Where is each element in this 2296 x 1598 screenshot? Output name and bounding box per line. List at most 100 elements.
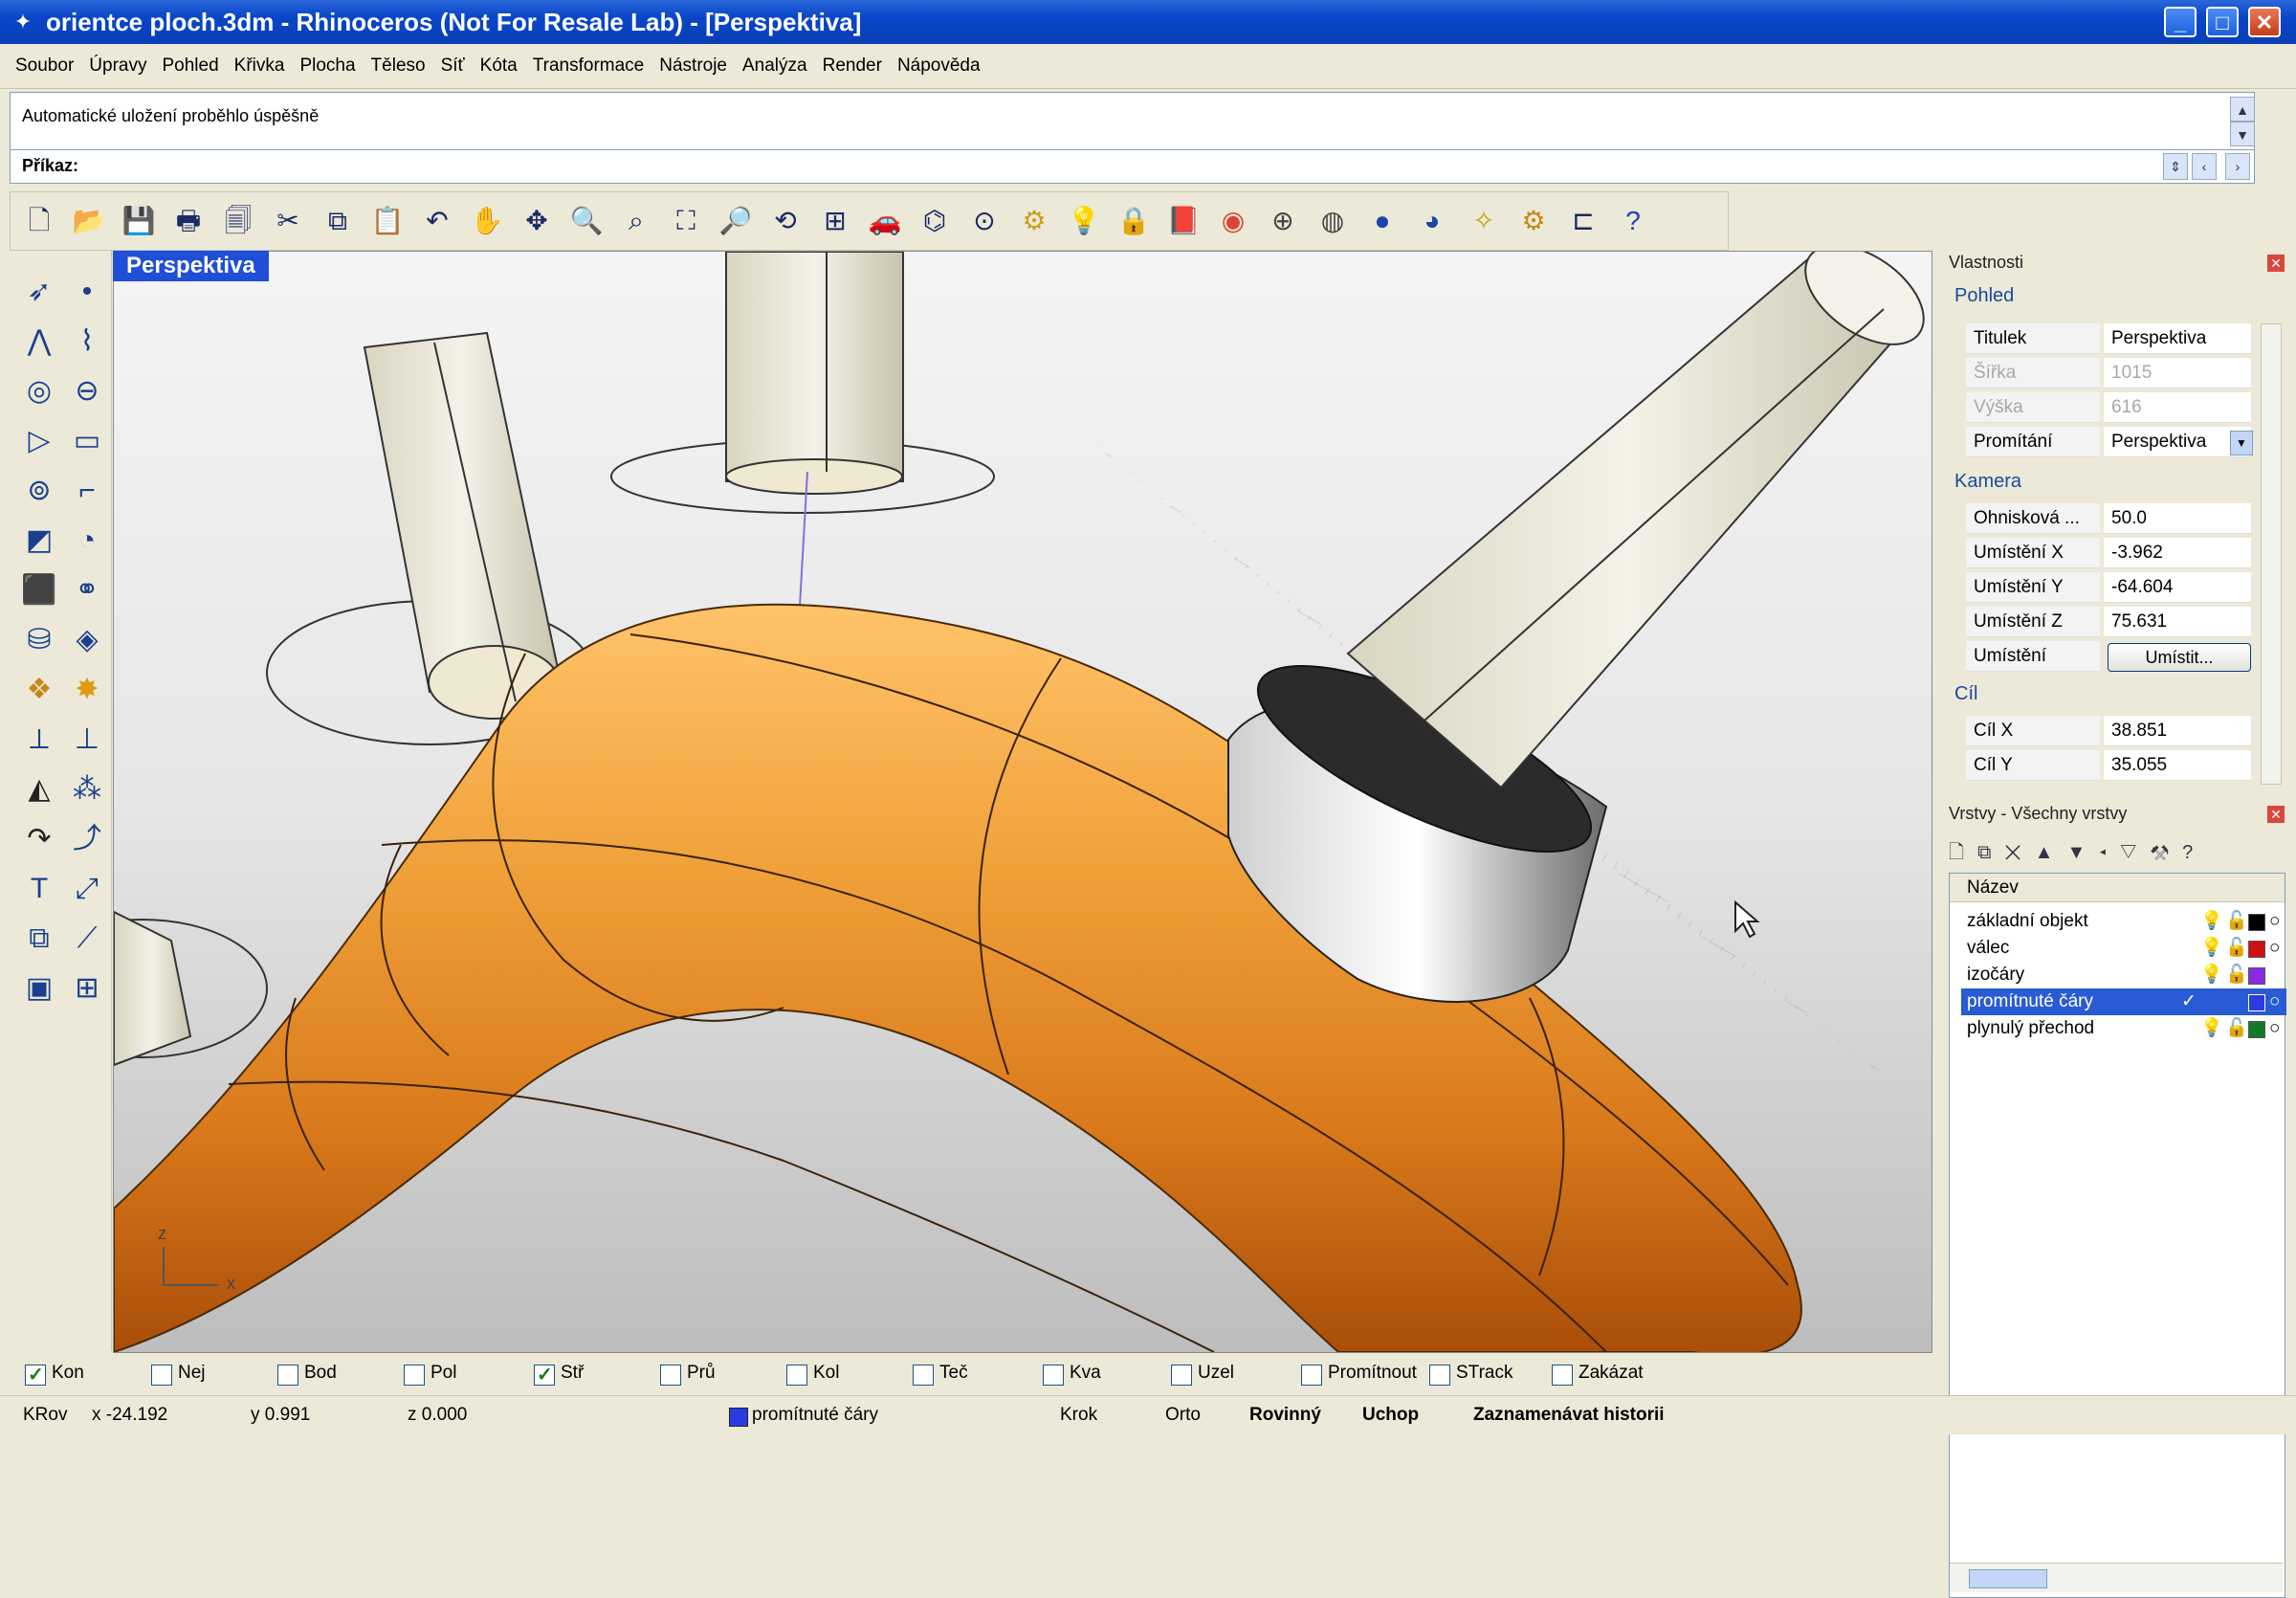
move-down-icon[interactable]: ▼ [2066, 842, 2099, 863]
layer-color-swatch[interactable] [2248, 941, 2265, 958]
text-icon[interactable]: T [17, 867, 61, 911]
split-icon[interactable]: ⊥ [65, 718, 109, 762]
group-icon[interactable]: ❖ [17, 668, 61, 712]
osnap-cen-checkbox[interactable] [534, 1363, 555, 1387]
command-line[interactable]: Příkaz: ⇕ ‹ › [10, 149, 2255, 184]
properties-close-icon[interactable]: ✕ [2267, 255, 2285, 272]
history-scroll-up[interactable]: ▲ [2230, 97, 2255, 122]
osnap-quad-checkbox[interactable] [1043, 1365, 1064, 1386]
circle-icon[interactable]: ◎ [17, 369, 61, 413]
ruler-icon[interactable]: ⊞ [65, 966, 109, 1010]
menu-soubor[interactable]: Soubor [8, 44, 81, 88]
pan-hand-icon[interactable]: ✋ [468, 202, 506, 240]
osnap-tan-checkbox[interactable] [913, 1365, 934, 1386]
point-icon[interactable]: • [65, 270, 109, 314]
move-view-icon[interactable]: ✥ [518, 202, 556, 240]
cplane-label[interactable]: KRov [23, 1405, 67, 1426]
osnap-int-checkbox[interactable] [660, 1365, 681, 1386]
box-solid-icon[interactable]: ⬛ [17, 568, 61, 612]
layer-material-icon[interactable]: ○ [2269, 1015, 2280, 1042]
zoom-extents-icon[interactable]: ⛶ [667, 202, 705, 240]
osnap-end-checkbox[interactable] [25, 1363, 46, 1387]
osnap-disable-checkbox[interactable] [1552, 1365, 1573, 1386]
layers-hscrollbar[interactable] [1950, 1563, 2283, 1592]
osnap-strack-checkbox[interactable] [1429, 1365, 1450, 1386]
layer-light-icon[interactable]: 💡 [2200, 935, 2223, 962]
cplane-icon[interactable]: ⊙ [965, 202, 1004, 240]
blend-icon[interactable]: ⤴ [65, 817, 109, 861]
curve-icon[interactable]: ⌇ [65, 320, 109, 364]
layer-material-icon[interactable]: ○ [2269, 935, 2280, 962]
layer-color-swatch[interactable] [2248, 967, 2265, 985]
place-camera-button[interactable]: Umístit... [2108, 643, 2251, 672]
shaded-sphere-icon[interactable]: ◍ [1314, 202, 1352, 240]
prop-value[interactable]: 38.851 [2104, 716, 2251, 746]
layer-color-swatch[interactable] [2248, 914, 2265, 931]
prop-value[interactable]: -64.604 [2104, 572, 2251, 603]
menu-teleso[interactable]: Těleso [364, 44, 433, 88]
layer-lock-icon[interactable]: 🔓 [2225, 1015, 2248, 1042]
polygon-icon[interactable]: ▷ [17, 419, 61, 463]
light-icon[interactable]: ✧ [1465, 202, 1503, 240]
menu-transformace[interactable]: Transformace [525, 44, 652, 88]
prop-value[interactable]: Perspektiva [2104, 323, 2251, 354]
delete-layer-icon[interactable]: ✕ [2004, 842, 2034, 863]
layers-help-icon[interactable]: ? [2182, 842, 2206, 863]
record-history-toggle[interactable]: Zaznamenávat historii [1473, 1405, 1665, 1426]
light-bulb-icon[interactable]: 💡 [1065, 202, 1103, 240]
layer-lock-icon[interactable]: 🔓 [2225, 908, 2248, 935]
osnap-toolbar-icon[interactable]: ⊏ [1564, 202, 1602, 240]
help-icon[interactable]: ? [1614, 202, 1652, 240]
layer-lock-icon[interactable]: 🔓 [2225, 935, 2248, 962]
layer-material-icon[interactable]: ○ [2269, 988, 2280, 1015]
layers-column-header[interactable]: Název [1950, 874, 2285, 902]
new-file-icon[interactable]: 🗋 [20, 202, 58, 240]
zoom-icon[interactable]: 🔍 [567, 202, 606, 240]
mesh-icon[interactable]: ◈ [65, 618, 109, 662]
menu-krivka[interactable]: Křivka [227, 44, 293, 88]
layer-color-swatch[interactable] [2248, 1021, 2265, 1038]
chevron-down-icon[interactable]: ▼ [2230, 431, 2253, 455]
menu-sit[interactable]: Síť [433, 44, 473, 88]
layer-light-icon[interactable]: 💡 [2200, 1015, 2223, 1042]
menu-upravy[interactable]: Úpravy [81, 44, 154, 88]
export-icon[interactable]: 🗐 [219, 202, 257, 240]
layer-row[interactable]: základní objekt 💡 🔓 ○ [1961, 908, 2286, 935]
menu-plocha[interactable]: Plocha [292, 44, 363, 88]
menu-nastroje[interactable]: Nástroje [651, 44, 735, 88]
layer-material-icon[interactable]: ○ [2269, 908, 2280, 935]
layers-close-icon[interactable]: ✕ [2267, 806, 2285, 823]
current-layer-swatch[interactable] [729, 1408, 748, 1427]
layer-lock-icon[interactable]: 🔓 [2225, 962, 2248, 988]
explode-icon[interactable]: ✸ [65, 668, 109, 712]
layer-book-icon[interactable]: 📕 [1164, 202, 1203, 240]
lock-icon[interactable]: 🔒 [1115, 202, 1153, 240]
surface-icon[interactable]: ◩ [17, 519, 61, 563]
wireframe-sphere-icon[interactable]: ⊕ [1264, 202, 1302, 240]
scale-icon[interactable]: ⤢ [65, 867, 109, 911]
shell-icon[interactable]: ◭ [17, 767, 61, 811]
cylinder-icon[interactable]: ⛁ [17, 618, 61, 662]
move-up-icon[interactable]: ▲ [2035, 842, 2067, 863]
render-mesh-icon[interactable]: ▣ [17, 966, 61, 1010]
prop-value[interactable]: 50.0 [2104, 503, 2251, 534]
zoom-window-icon[interactable]: ⌕ [617, 202, 655, 240]
osnap-point-checkbox[interactable] [277, 1365, 298, 1386]
layer-row-current[interactable]: promítnuté čáry ✓ ○ [1961, 988, 2286, 1015]
projection-dropdown[interactable]: Perspektiva [2104, 427, 2251, 457]
fillet-curve-icon[interactable]: ⌐ [65, 469, 109, 513]
transform-icon[interactable]: ⧉ [17, 917, 61, 961]
arc-icon[interactable]: ⊚ [17, 469, 61, 513]
mesh-view-icon[interactable]: ⌬ [916, 202, 954, 240]
viewport-layout-icon[interactable]: ⊞ [816, 202, 854, 240]
minimize-button[interactable]: _ [2164, 7, 2197, 37]
command-forward-icon[interactable]: › [2225, 153, 2250, 180]
menu-kota[interactable]: Kóta [473, 44, 525, 88]
car-view-icon[interactable]: 🚗 [866, 202, 904, 240]
fillet-icon[interactable]: ↷ [17, 817, 61, 861]
dimension-icon[interactable]: ⟋ [65, 917, 109, 961]
tools-icon[interactable]: ⚒ [2151, 842, 2182, 863]
select-points-icon[interactable]: ⚙ [1015, 202, 1053, 240]
surface-edit-icon[interactable]: ◔ [65, 519, 109, 563]
command-spin-icon[interactable]: ⇕ [2163, 153, 2188, 180]
